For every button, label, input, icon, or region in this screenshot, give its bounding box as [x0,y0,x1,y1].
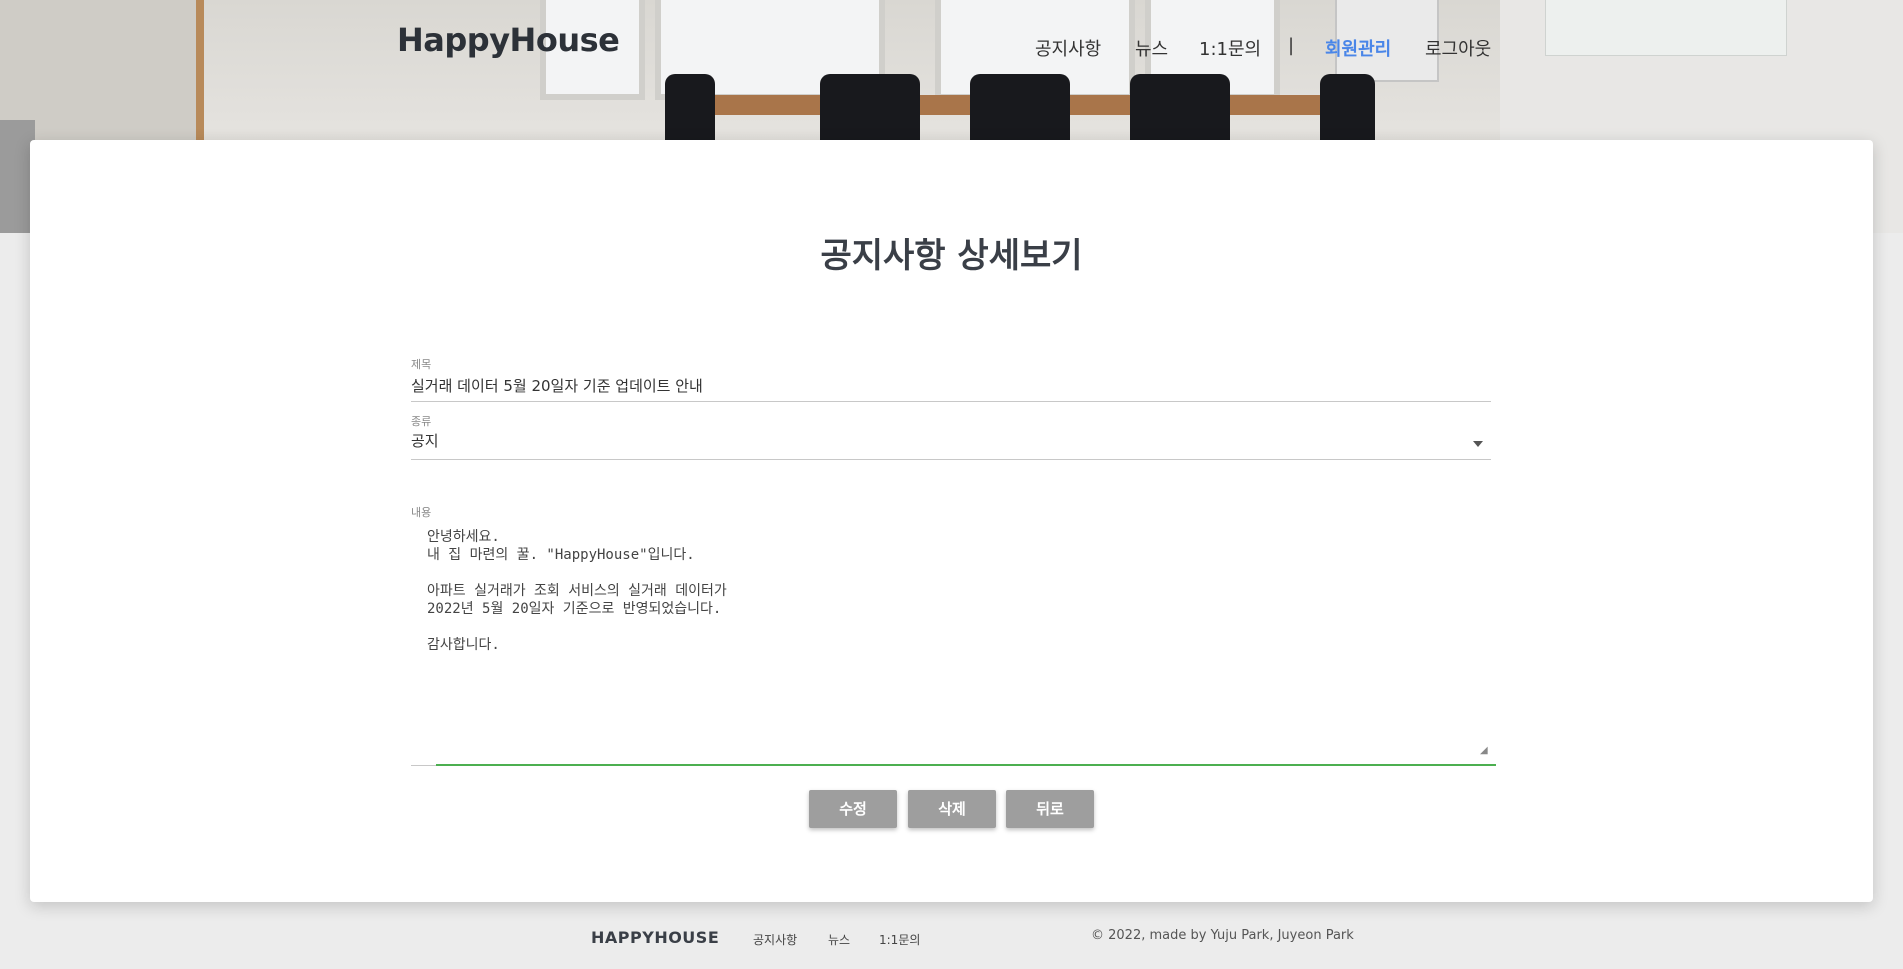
title-field-underline [411,401,1491,402]
footer-link-notice[interactable]: 공지사항 [753,931,797,948]
edit-button[interactable]: 수정 [809,790,897,828]
footer-link-news[interactable]: 뉴스 [828,931,850,948]
notice-detail-card: 공지사항 상세보기 제목 실거래 데이터 5월 20일자 기준 업데이트 안내 … [30,140,1873,902]
nav-separator: | [1288,35,1295,56]
nav-logout[interactable]: 로그아웃 [1425,35,1491,61]
nav-notice[interactable]: 공지사항 [1035,35,1101,61]
type-field-label: 종류 [411,415,432,428]
content-field-label: 내용 [411,506,432,519]
page-title: 공지사항 상세보기 [820,236,1083,276]
content-textarea[interactable]: 안녕하세요. 내 집 마련의 꿀. "HappyHouse"입니다. 아파트 실… [427,528,1477,748]
footer-copyright: © 2022, made by Yuju Park, Juyeon Park [1091,928,1354,943]
footer-logo[interactable]: HAPPYHOUSE [591,928,719,947]
site-header: HappyHouse 공지사항 뉴스 1:1문의 | 회원관리 로그아웃 [0,0,1903,95]
site-logo[interactable]: HappyHouse [397,21,620,59]
nav-news[interactable]: 뉴스 [1135,35,1168,61]
content-focus-line [436,764,1496,766]
chevron-down-icon[interactable] [1473,441,1483,447]
resize-grip-icon[interactable]: ◢ [1480,746,1490,756]
title-field[interactable]: 실거래 데이터 5월 20일자 기준 업데이트 안내 [411,375,703,396]
footer-link-inquiry[interactable]: 1:1문의 [879,931,920,948]
nav-inquiry[interactable]: 1:1문의 [1199,35,1261,61]
delete-button[interactable]: 삭제 [908,790,996,828]
type-select-underline [411,459,1491,460]
type-select[interactable]: 공지 [411,430,439,451]
back-button[interactable]: 뒤로 [1006,790,1094,828]
title-field-label: 제목 [411,358,432,371]
nav-member-management[interactable]: 회원관리 [1325,35,1391,61]
